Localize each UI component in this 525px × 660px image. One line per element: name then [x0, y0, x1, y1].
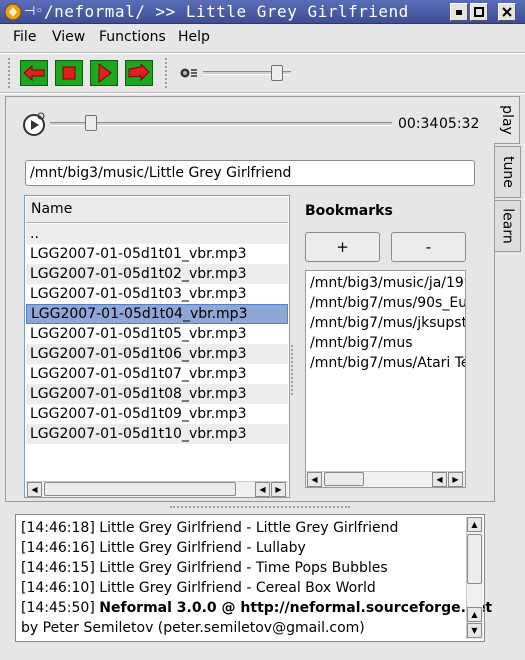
back-button[interactable] — [20, 60, 48, 86]
path-input[interactable] — [25, 160, 475, 186]
elapsed-time: 00:34 — [398, 116, 439, 132]
log-entry-time: [14:46:18] — [21, 520, 95, 536]
file-list-item[interactable]: .. — [26, 224, 288, 244]
menu-functions[interactable]: Functions — [99, 28, 166, 46]
menu-help[interactable]: Help — [178, 28, 210, 46]
menu-file[interactable]: File — [13, 28, 36, 46]
position-slider-track[interactable] — [50, 122, 392, 126]
log-entry-text: Little Grey Girlfriend - Time Pops Bubbl… — [99, 560, 388, 576]
add-bookmark-button[interactable]: + — [305, 232, 380, 262]
log-credit: by Peter Semiletov (peter.semiletov@gmai… — [21, 620, 365, 636]
scroll-right-icon[interactable]: ▶ — [271, 482, 286, 497]
menu-view[interactable]: View — [52, 28, 85, 46]
scroll-left-icon[interactable]: ◀ — [307, 472, 322, 487]
tab-tune-label: tune — [499, 156, 516, 188]
volume-slider-handle[interactable] — [271, 65, 284, 81]
file-list-header-name[interactable]: Name — [26, 197, 288, 223]
tab-learn-label: learn — [499, 208, 516, 244]
menu-separator — [0, 52, 525, 54]
log-entry: [14:46:18] Little Grey Girlfriend - Litt… — [21, 518, 398, 538]
stop-button[interactable] — [55, 60, 83, 86]
toolbar-separator — [0, 92, 525, 94]
bookmarks-list[interactable]: /mnt/big3/music/ja/1995/mnt/big7/mus/90s… — [305, 270, 466, 488]
close-icon — [502, 7, 512, 17]
file-list-item[interactable]: LGG2007-01-05d1t08_vbr.mp3 — [26, 384, 288, 404]
menu-bar: File View Functions Help — [0, 24, 525, 50]
file-list-item[interactable]: LGG2007-01-05d1t05_vbr.mp3 — [26, 324, 288, 344]
tab-learn[interactable]: learn — [495, 200, 521, 252]
log-entry-time: [14:45:50] — [21, 600, 95, 616]
forward-icon — [128, 64, 150, 82]
log-entry-text: Little Grey Girlfriend - Little Grey Gir… — [99, 520, 399, 536]
bookmark-item[interactable]: /mnt/big7/mus/Atari Teenage — [310, 353, 465, 373]
log-entry-time: [14:46:16] — [21, 540, 95, 556]
log-vscrollbar[interactable]: ▲ ▲ ▼ — [466, 517, 483, 639]
tab-play[interactable]: play — [494, 96, 520, 144]
scroll-up-icon[interactable]: ▲ — [467, 607, 482, 622]
total-time: 05:32 — [439, 116, 480, 132]
status-bar — [0, 648, 525, 660]
bookmark-item[interactable]: /mnt/big7/mus/90s_Euro — [310, 293, 465, 313]
volume-grip[interactable] — [165, 58, 171, 88]
file-list[interactable]: Name .. LGG2007-01-05d1t01_vbr.mp3 LGG2007… — [24, 195, 290, 498]
stop-icon — [62, 66, 76, 80]
tab-tune[interactable]: tune — [495, 146, 521, 198]
maximize-button[interactable] — [470, 3, 488, 21]
title-bar[interactable]: ⊣◦ /neformal/ >> Little Grey Girlfriend — [0, 0, 525, 24]
log-entry: [14:46:15] Little Grey Girlfriend - Time… — [21, 558, 388, 578]
bookmarks-hscrollbar[interactable]: ◀ ◀ ▶ — [306, 471, 465, 487]
position-slider-handle[interactable] — [85, 115, 97, 131]
log-view[interactable]: [14:46:18] Little Grey Girlfriend - Litt… — [15, 514, 492, 642]
file-list-item[interactable]: LGG2007-01-05d1t07_vbr.mp3 — [26, 364, 288, 384]
play-icon — [98, 63, 112, 83]
file-list-item[interactable]: LGG2007-01-05d1t10_vbr.mp3 — [26, 424, 288, 444]
window-title: /neformal/ >> Little Grey Girlfriend — [44, 2, 409, 21]
bookmark-item[interactable]: /mnt/big3/music/ja/1995 — [310, 273, 465, 293]
bookmarks-title: Bookmarks — [305, 203, 393, 219]
log-entry-time: [14:46:10] — [21, 580, 95, 596]
bookmark-item[interactable]: /mnt/big7/mus — [310, 333, 413, 353]
scroll-left-icon[interactable]: ◀ — [27, 482, 42, 497]
scroll-down-icon[interactable]: ▼ — [467, 623, 482, 638]
minimize-icon — [456, 10, 462, 15]
file-list-item[interactable]: LGG2007-01-05d1t01_vbr.mp3 — [26, 244, 288, 264]
bookmark-item[interactable]: /mnt/big7/mus/jksupst — [310, 313, 465, 333]
log-entry: [14:46:10] Little Grey Girlfriend - Cere… — [21, 578, 376, 598]
scroll-up-icon[interactable]: ▲ — [467, 517, 482, 532]
back-icon — [23, 64, 45, 82]
toolbar-grip[interactable] — [8, 58, 14, 88]
volume-icon — [180, 68, 197, 78]
scroll-left-icon[interactable]: ◀ — [432, 472, 447, 487]
log-entry-time: [14:46:15] — [21, 560, 95, 576]
maximize-icon — [474, 7, 484, 17]
file-list-item[interactable]: LGG2007-01-05d1t03_vbr.mp3 — [26, 284, 288, 304]
tab-play-label: play — [498, 105, 515, 135]
log-entry: [14:45:50] Neformal 3.0.0 @ http://nefor… — [21, 598, 492, 618]
minimize-button[interactable] — [450, 3, 468, 21]
log-entry-text: Little Grey Girlfriend - Cereal Box Worl… — [99, 580, 376, 596]
file-list-hscrollbar[interactable]: ◀ ◀ ▶ — [26, 481, 288, 497]
file-list-item[interactable]: LGG2007-01-05d1t02_vbr.mp3 — [26, 264, 288, 284]
bookmarks-hscroll-thumb[interactable] — [324, 472, 364, 486]
log-vscroll-thumb[interactable] — [467, 534, 482, 584]
scroll-left-icon[interactable]: ◀ — [255, 482, 270, 497]
log-entry-text: Little Grey Girlfriend - Lullaby — [99, 540, 306, 556]
log-entry: [14:46:16] Little Grey Girlfriend - Lull… — [21, 538, 306, 558]
log-entry-text: Neformal 3.0.0 @ http://neformal.sourcef… — [99, 600, 493, 616]
close-button[interactable] — [498, 3, 516, 21]
vertical-splitter[interactable] — [291, 345, 295, 395]
play-button[interactable] — [90, 60, 118, 86]
player-disc-icon — [23, 112, 45, 136]
file-list-item[interactable]: LGG2007-01-05d1t09_vbr.mp3 — [26, 404, 288, 424]
file-list-item[interactable]: LGG2007-01-05d1t04_vbr.mp3 — [26, 304, 288, 324]
remove-bookmark-button[interactable]: - — [391, 232, 466, 262]
app-logo-icon[interactable] — [4, 3, 22, 21]
horizontal-splitter[interactable] — [170, 506, 350, 510]
file-list-hscroll-thumb[interactable] — [44, 482, 236, 496]
pin-icon[interactable]: ⊣◦ — [24, 4, 43, 20]
forward-button[interactable] — [125, 60, 153, 86]
scroll-right-icon[interactable]: ▶ — [448, 472, 463, 487]
file-list-item[interactable]: LGG2007-01-05d1t06_vbr.mp3 — [26, 344, 288, 364]
